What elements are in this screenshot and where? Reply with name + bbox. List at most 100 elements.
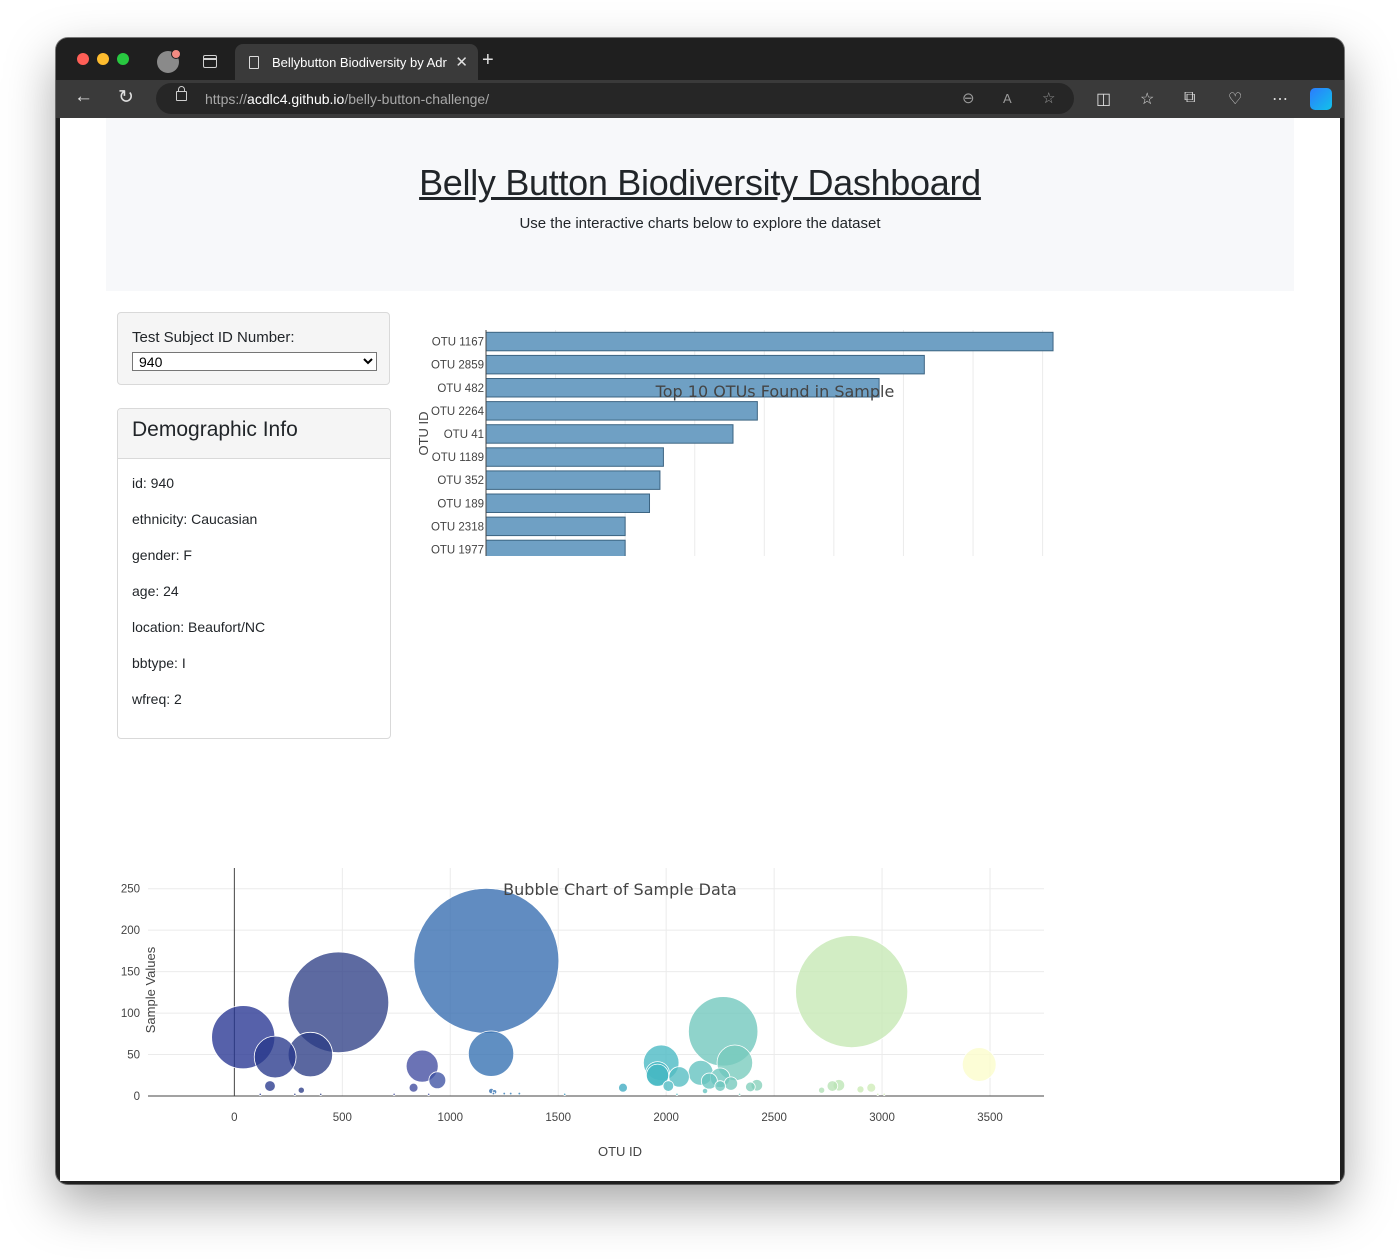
bubble-point [253,1035,297,1079]
bar-y-tick-label: OTU 1189 [432,452,484,464]
bubble-point [293,1092,297,1096]
bubble-point [737,1092,742,1096]
bubble-chart: 0 500 1000 1500 2000 2500 3000 3500 0 50 100 150 200… [121,868,1044,1159]
back-arrow-icon[interactable]: ← [74,86,93,108]
bubble-x-axis-label: OTU ID [598,1144,642,1159]
zoom-out-icon[interactable]: ⊖ [962,89,975,107]
demo-id: id: 940 [132,475,175,491]
bubble-point [876,1092,880,1096]
bar-y-tick-label: OTU 482 [437,383,484,395]
bubble-y-axis-label: Sample Values [143,946,158,1033]
demo-gender: gender: F [132,547,192,563]
bar-y-tick-label: OTU 189 [437,498,484,510]
bubble-point [961,1047,997,1082]
minimize-window-button[interactable] [97,53,109,65]
bar-y-tick-label: OTU 352 [437,475,484,487]
more-icon[interactable]: ⋯ [1272,89,1288,109]
bar-y-tick-label: OTU 1977 [431,544,484,556]
bubble-x-tick-label: 2000 [653,1112,679,1124]
notification-dot [171,49,181,59]
split-screen-icon[interactable]: ◫ [1096,89,1111,109]
subject-id-label: Test Subject ID Number: [132,329,295,346]
browser-window: Bellybutton Biodiversity by Adr ✕ + ← ↻ … [56,38,1344,1184]
bar [485,354,925,375]
favorites-icon[interactable]: ☆ [1140,89,1154,109]
page-subtitle: Use the interactive charts below to expl… [519,215,881,232]
bubble-x-tick-label: 500 [333,1112,352,1124]
bar-y-tick-label: OTU 41 [444,429,484,441]
bubble-y-tick-label: 0 [134,1091,140,1103]
bubble-chart-title: Bubble Chart of Sample Data [503,880,737,899]
bubble-point [675,1092,679,1096]
bubble-point [428,1071,447,1090]
bubble-point [491,1091,496,1096]
read-aloud-icon[interactable]: A [1003,91,1012,106]
bubble-y-tick-label: 150 [121,967,140,979]
bubble-point [392,1092,396,1096]
address-bar[interactable]: https://acdlc4.github.io/belly-button-ch… [156,83,1074,114]
bubble-point [723,1076,739,1091]
copilot-icon[interactable] [1310,88,1332,110]
bar-y-tick-label: OTU 2318 [431,521,484,533]
bubble-point [408,1082,419,1093]
browser-essentials-icon[interactable]: ♡ [1228,89,1242,109]
bubble-point [618,1082,628,1093]
bubble-point [795,935,909,1049]
new-tab-button[interactable]: + [482,50,494,70]
browser-toolbar: ← ↻ https://acdlc4.github.io/belly-butto… [56,80,1344,118]
bubble-x-tick-label: 3000 [869,1112,895,1124]
bubble-point [866,1082,877,1093]
demo-bbtype: bbtype: I [132,655,186,671]
favorite-star-icon[interactable]: ☆ [1042,89,1055,107]
bar [485,401,758,421]
bar [485,447,664,467]
bar [485,331,1054,352]
bubble-point [413,887,560,1034]
bubble-point [467,1030,515,1077]
collections-icon[interactable]: ⧉ [1184,89,1195,107]
bubble-x-tick-label: 1000 [437,1112,463,1124]
bubble-point [818,1086,826,1094]
demo-wfreq: wfreq: 2 [132,691,182,707]
bar [485,516,626,537]
profile-avatar[interactable] [157,49,181,73]
bar [485,539,626,556]
tab-active[interactable]: Bellybutton Biodiversity by Adr ✕ [235,44,478,80]
bubble-x-tick-label: 0 [231,1112,237,1124]
bar [485,470,661,490]
bubble-point [297,1086,305,1094]
bubble-point [517,1091,522,1096]
refresh-icon[interactable]: ↻ [118,86,134,109]
bar-chart-title: Top 10 OTUs Found in Sample [655,382,895,401]
bubble-point [714,1080,726,1092]
maximize-window-button[interactable] [117,53,129,65]
bubble-point [319,1092,323,1096]
page-icon [249,56,259,69]
bubble-point [882,1092,886,1096]
demo-location: location: Beaufort/NC [132,619,266,635]
page-viewport: Belly Button Biodiversity Dashboard Use … [60,118,1340,1181]
bar-y-tick-label: OTU 2264 [431,406,485,418]
bar [485,493,651,513]
bubble-point [508,1091,513,1096]
bubble-y-tick-label: 100 [121,1008,140,1020]
bubble-y-tick-label: 250 [121,884,140,896]
close-window-button[interactable] [77,53,89,65]
close-tab-icon[interactable]: ✕ [455,53,468,71]
bubble-point [264,1080,276,1092]
bubble-point [745,1081,756,1093]
lock-icon[interactable] [176,86,187,101]
bubble-point [856,1085,865,1094]
bubble-x-tick-label: 2500 [761,1112,787,1124]
top-otus-bar-chart: 020406080100120140160OTU 1167OTU 2859OTU… [416,330,1054,556]
page-title: Belly Button Biodiversity Dashboard [419,162,981,203]
title-bar: Bellybutton Biodiversity by Adr ✕ + [56,38,1344,80]
url-text[interactable]: https://acdlc4.github.io/belly-button-ch… [205,91,489,107]
bubble-point [701,1087,709,1095]
bar [485,424,734,444]
tab-actions-icon[interactable] [203,55,217,68]
bubble-point [258,1092,262,1096]
bubble-point [563,1092,567,1096]
bubble-x-tick-label: 3500 [977,1112,1003,1124]
bubble-y-tick-label: 50 [127,1050,140,1062]
